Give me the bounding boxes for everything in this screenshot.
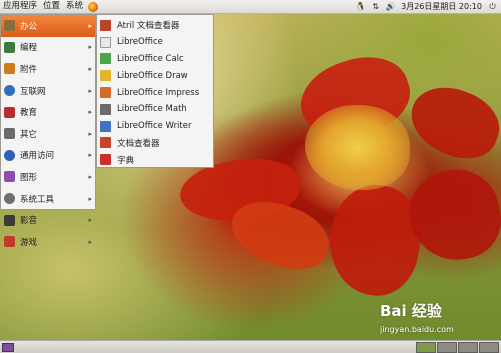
workspace-2[interactable] (437, 342, 457, 353)
other-icon (4, 128, 15, 140)
category-label: 附件 (20, 64, 38, 75)
libreoffice-calc-icon (100, 53, 111, 65)
office-submenu: Atril 文档查看器 LibreOffice LibreOffice Calc… (96, 14, 214, 168)
libreoffice-writer-icon (100, 120, 111, 132)
applications-menu[interactable]: 应用程序 (0, 0, 40, 13)
submenu-arrow-icon: ▸ (88, 43, 92, 52)
libreoffice-math-icon (100, 103, 111, 115)
dictionary-icon (100, 154, 111, 166)
watermark-brand: Bai 经验 (380, 302, 442, 320)
firefox-launcher-icon[interactable] (88, 1, 99, 12)
clock[interactable]: 3月26日星期日 20:10 (401, 1, 482, 12)
menu-item-libreoffice-calc[interactable]: LibreOffice Calc (97, 51, 213, 68)
system-tools-icon (4, 193, 15, 205)
submenu-arrow-icon: ▸ (88, 129, 92, 138)
category-label: 其它 (20, 129, 38, 140)
workspace-3[interactable] (458, 342, 478, 353)
programming-icon (4, 41, 15, 53)
app-label: LibreOffice Draw (117, 70, 188, 81)
libreoffice-draw-icon (100, 70, 111, 82)
top-panel: 应用程序 位置 系统 🐧 ⇅ 🔊 3月26日星期日 20:10 ⏻ (0, 0, 501, 14)
menu-category-games[interactable]: 游戏 ▸ (1, 231, 95, 253)
menu-item-document-viewer[interactable]: 文档查看器 (97, 135, 213, 152)
category-label: 系统工具 (20, 194, 55, 205)
category-label: 编程 (20, 43, 38, 54)
menu-category-education[interactable]: 教育 ▸ (1, 101, 95, 123)
show-desktop-icon[interactable] (2, 343, 14, 352)
workspace-1[interactable] (416, 342, 436, 353)
menu-category-other[interactable]: 其它 ▸ (1, 123, 95, 145)
category-label: 游戏 (20, 237, 38, 248)
flower-petal (401, 76, 501, 169)
menu-category-accessories[interactable]: 附件 ▸ (1, 58, 95, 80)
volume-icon[interactable]: 🔊 (386, 2, 396, 11)
menu-category-internet[interactable]: 互联网 ▸ (1, 80, 95, 102)
menu-item-libreoffice-writer[interactable]: LibreOffice Writer (97, 118, 213, 135)
menu-item-dictionary[interactable]: 字典 (97, 151, 213, 168)
workspace-4[interactable] (479, 342, 499, 353)
menu-category-programming[interactable]: 编程 ▸ (1, 37, 95, 59)
app-label: 文档查看器 (117, 138, 160, 149)
submenu-arrow-icon: ▸ (88, 64, 92, 73)
submenu-arrow-icon: ▸ (88, 216, 92, 225)
submenu-arrow-icon: ▸ (88, 86, 92, 95)
app-label: LibreOffice Impress (117, 87, 200, 98)
workspace-switcher (416, 342, 499, 353)
atril-icon (100, 19, 111, 31)
menu-category-office[interactable]: 办公 ▸ (1, 15, 95, 37)
tux-icon[interactable]: 🐧 (356, 2, 366, 11)
accessibility-icon (4, 149, 15, 161)
menu-item-libreoffice[interactable]: LibreOffice (97, 34, 213, 51)
education-icon (4, 106, 15, 118)
applications-menu-popup: 办公 ▸ 编程 ▸ 附件 ▸ 互联网 ▸ 教育 ▸ 其它 ▸ 通用访问 ▸ 图形… (0, 14, 96, 248)
submenu-arrow-icon: ▸ (88, 237, 92, 246)
menu-category-accessibility[interactable]: 通用访问 ▸ (1, 145, 95, 167)
games-icon (4, 236, 15, 248)
category-label: 图形 (20, 172, 38, 183)
watermark-url: jingyan.baidu.com (380, 325, 454, 334)
bottom-panel (0, 340, 501, 353)
category-label: 影音 (20, 216, 38, 227)
app-label: Atril 文档查看器 (117, 21, 180, 32)
submenu-arrow-icon: ▸ (88, 108, 92, 117)
app-label: LibreOffice Calc (117, 53, 184, 64)
flower-center (305, 105, 410, 190)
system-menu[interactable]: 系统 (63, 0, 86, 13)
submenu-arrow-icon: ▸ (88, 21, 92, 30)
menu-item-atril[interactable]: Atril 文档查看器 (97, 17, 213, 34)
submenu-arrow-icon: ▸ (88, 194, 92, 203)
submenu-arrow-icon: ▸ (88, 172, 92, 181)
multimedia-icon (4, 214, 15, 226)
category-label: 教育 (20, 108, 38, 119)
graphics-icon (4, 171, 15, 183)
category-label: 互联网 (20, 86, 46, 97)
app-label: LibreOffice Writer (117, 121, 192, 132)
document-viewer-icon (100, 137, 111, 149)
power-icon[interactable]: ⏻ (488, 2, 497, 11)
menu-item-libreoffice-math[interactable]: LibreOffice Math (97, 101, 213, 118)
app-label: LibreOffice (117, 37, 163, 48)
office-icon (4, 20, 15, 32)
menu-item-libreoffice-impress[interactable]: LibreOffice Impress (97, 84, 213, 101)
watermark: Bai 经验 jingyan.baidu.com (380, 300, 496, 338)
app-label: LibreOffice Math (117, 104, 187, 115)
category-label: 通用访问 (20, 151, 55, 162)
menu-category-graphics[interactable]: 图形 ▸ (1, 166, 95, 188)
menu-item-libreoffice-draw[interactable]: LibreOffice Draw (97, 67, 213, 84)
libreoffice-impress-icon (100, 87, 111, 99)
internet-icon (4, 85, 15, 97)
accessories-icon (4, 63, 15, 75)
places-menu[interactable]: 位置 (40, 0, 63, 13)
submenu-arrow-icon: ▸ (88, 151, 92, 160)
menu-category-system-tools[interactable]: 系统工具 ▸ (1, 188, 95, 210)
app-label: 字典 (117, 155, 135, 166)
libreoffice-icon (100, 36, 111, 48)
menu-category-multimedia[interactable]: 影音 ▸ (1, 209, 95, 231)
network-icon[interactable]: ⇅ (371, 2, 380, 11)
category-label: 办公 (20, 21, 38, 32)
